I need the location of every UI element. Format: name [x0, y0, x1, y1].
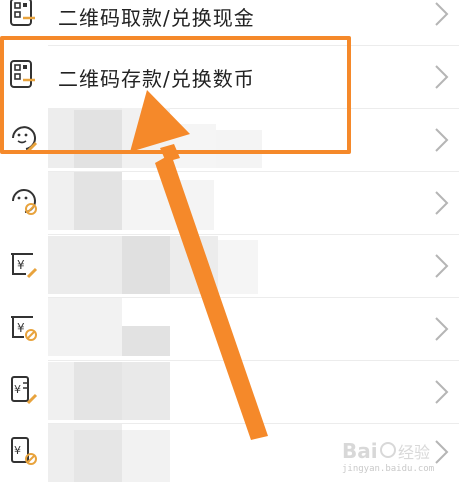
svg-text:¥: ¥	[17, 258, 25, 272]
face-disabled-icon	[12, 189, 37, 215]
chevron-right-icon	[435, 317, 449, 341]
svg-text:经验: 经验	[398, 443, 430, 462]
menu-item-label: 二维码取款/兑换现金	[58, 6, 255, 30]
chevron-right-icon	[435, 191, 449, 215]
yuan-doc-disabled-icon: ¥	[11, 437, 37, 465]
qr-code-icon	[10, 0, 35, 26]
svg-text:Bai: Bai	[342, 439, 378, 463]
chevron-right-icon	[435, 2, 449, 26]
svg-text:¥: ¥	[14, 383, 21, 396]
svg-text:¥: ¥	[17, 321, 25, 335]
svg-text:¥: ¥	[14, 444, 21, 457]
chevron-right-icon	[435, 380, 449, 404]
highlight-box	[0, 36, 351, 154]
chevron-right-icon	[435, 65, 449, 89]
watermark-site: jingyan.baidu.com	[342, 464, 435, 474]
yuan-card-edit-icon: ¥	[11, 253, 38, 279]
chevron-right-icon	[435, 254, 449, 278]
chevron-right-icon	[435, 128, 449, 152]
yuan-card-disabled-icon: ¥	[11, 316, 37, 341]
yuan-doc-edit-icon: ¥	[11, 376, 38, 405]
